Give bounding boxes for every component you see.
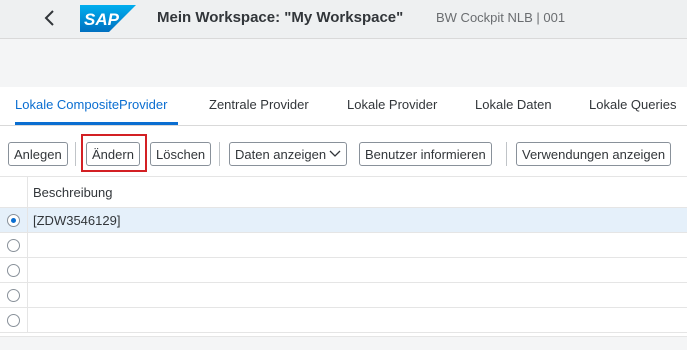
table-row[interactable] xyxy=(0,283,687,308)
back-button[interactable] xyxy=(36,4,64,32)
row-selector[interactable] xyxy=(0,208,28,232)
toolbar: Anlegen Ändern Löschen Daten anzeigen Be… xyxy=(0,126,687,176)
radio-icon[interactable] xyxy=(7,263,20,277)
radio-selected-icon[interactable] xyxy=(7,213,20,227)
back-arrow-icon xyxy=(44,10,54,26)
page-title: Mein Workspace: "My Workspace" xyxy=(157,9,404,26)
row-selector[interactable] xyxy=(0,308,28,332)
table-row[interactable] xyxy=(0,308,687,333)
selection-column-header xyxy=(0,177,28,209)
notify-users-button[interactable]: Benutzer informieren xyxy=(359,142,492,166)
where-used-button[interactable]: Verwendungen anzeigen xyxy=(516,142,672,166)
toolbar-separator xyxy=(506,142,507,166)
tab-local-queries[interactable]: Lokale Queries xyxy=(589,97,676,112)
svg-text:SAP: SAP xyxy=(84,10,120,29)
shell-header: SAP Mein Workspace: "My Workspace" BW Co… xyxy=(0,0,687,39)
radio-icon[interactable] xyxy=(7,288,20,302)
chevron-down-icon xyxy=(329,150,341,157)
create-button[interactable]: Anlegen xyxy=(8,142,68,166)
active-tab-indicator xyxy=(15,122,178,125)
toolbar-separator xyxy=(219,142,220,166)
row-description: [ZDW3546129] xyxy=(33,213,121,228)
column-header-description: Beschreibung xyxy=(33,185,113,200)
change-button[interactable]: Ändern xyxy=(86,142,140,166)
tab-local-provider[interactable]: Lokale Provider xyxy=(347,97,437,112)
table-row[interactable] xyxy=(0,233,687,258)
row-selector[interactable] xyxy=(0,283,28,307)
show-data-dropdown[interactable]: Daten anzeigen xyxy=(229,142,348,166)
radio-icon[interactable] xyxy=(7,238,20,252)
tab-central-provider[interactable]: Zentrale Provider xyxy=(209,97,309,112)
delete-button[interactable]: Löschen xyxy=(150,142,212,166)
row-selector[interactable] xyxy=(0,233,28,257)
sap-logo: SAP xyxy=(80,5,136,32)
tab-local-data[interactable]: Lokale Daten xyxy=(475,97,552,112)
table-row[interactable]: [ZDW3546129] xyxy=(0,208,687,233)
toolbar-separator xyxy=(75,142,76,166)
radio-icon[interactable] xyxy=(7,313,20,327)
results-table: Beschreibung [ZDW3546129] xyxy=(0,176,687,349)
table-header: Beschreibung xyxy=(0,176,687,209)
table-footer xyxy=(0,336,687,350)
show-data-label: Daten anzeigen xyxy=(235,146,327,162)
table-row[interactable] xyxy=(0,258,687,283)
tab-local-compositeprovider[interactable]: Lokale CompositeProvider xyxy=(15,97,167,112)
system-info: BW Cockpit NLB | 001 xyxy=(436,10,566,25)
tab-bar: Lokale CompositeProvider Zentrale Provid… xyxy=(0,87,687,126)
sub-header-band xyxy=(0,39,687,87)
row-selector[interactable] xyxy=(0,258,28,282)
